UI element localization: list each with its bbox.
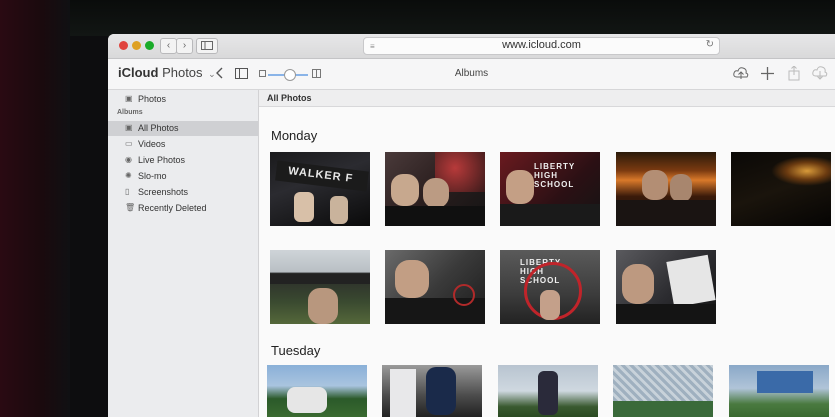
video-icon: ▭ — [125, 139, 133, 148]
photos-icon: ▣ — [125, 94, 133, 103]
download-icon[interactable] — [812, 66, 828, 80]
photo-thumbnail[interactable] — [382, 365, 482, 417]
sidebar: ▣ Photos Albums ▣ All Photos ▭ Videos ◉ … — [108, 90, 259, 417]
photo-thumbnail[interactable] — [616, 152, 716, 226]
sidebar-item-label: Slo-mo — [138, 171, 167, 181]
photo-thumbnail[interactable] — [270, 250, 370, 324]
all-photos-icon: ▣ — [125, 123, 133, 132]
address-bar[interactable]: ≡ www.icloud.com ↻ — [363, 37, 720, 55]
sidebar-item-videos[interactable]: ▭ Videos — [108, 137, 258, 152]
photo-thumbnail[interactable]: WALKER F — [270, 152, 370, 226]
photos-toolbar: iCloud Photos ⌄ Albums — [108, 59, 835, 90]
sidebar-item-photos[interactable]: ▣ Photos — [108, 92, 258, 107]
close-window-button[interactable] — [119, 41, 128, 50]
sidebar-section-header: Albums — [117, 109, 143, 116]
monitor-bezel-top — [0, 0, 835, 36]
photo-sign-text: LIBERTY HIGH SCHOOL — [534, 162, 576, 189]
trash-icon: 🗑 — [125, 203, 136, 212]
photo-thumbnail[interactable] — [385, 152, 485, 226]
content-header: All Photos — [259, 90, 835, 107]
browser-sidebar-icon — [201, 41, 213, 50]
section-title-monday: Monday — [271, 128, 318, 143]
sidebar-item-recently-deleted[interactable]: 🗑 Recently Deleted — [108, 201, 258, 216]
sidebar-item-live-photos[interactable]: ◉ Live Photos — [108, 153, 258, 168]
browser-forward-button[interactable]: › — [176, 38, 193, 54]
photo-thumbnail[interactable] — [731, 152, 831, 226]
sidebar-item-all-photos[interactable]: ▣ All Photos — [108, 121, 258, 136]
photo-grid: All Photos Monday WALKER F LIBERTY HIGH … — [259, 90, 835, 417]
section-title-tuesday: Tuesday — [271, 343, 321, 358]
browser-window: ‹ › ≡ www.icloud.com ↻ iCloud Photos ⌄ A… — [108, 34, 835, 417]
photo-thumbnail[interactable] — [267, 365, 367, 417]
toolbar-title: Albums — [454, 68, 489, 79]
photo-thumbnail[interactable] — [498, 365, 598, 417]
live-photo-icon: ◉ — [125, 155, 132, 164]
sidebar-item-label: Videos — [138, 139, 166, 149]
share-icon[interactable] — [788, 66, 800, 81]
sidebar-item-label: Live Photos — [138, 155, 186, 165]
photo-thumbnail[interactable]: LIBERTY HIGH SCHOOL — [500, 152, 600, 226]
back-arrow-icon: ‹ — [166, 40, 171, 51]
forward-arrow-icon: › — [182, 40, 187, 51]
sidebar-item-screenshots[interactable]: ▯ Screenshots — [108, 185, 258, 200]
browser-sidebar-button[interactable] — [196, 38, 218, 54]
browser-back-button[interactable]: ‹ — [160, 38, 177, 54]
reload-icon[interactable]: ↻ — [706, 39, 714, 50]
sidebar-item-label: Screenshots — [138, 187, 189, 197]
url-text: www.icloud.com — [502, 39, 581, 51]
add-icon[interactable] — [761, 67, 774, 80]
photo-thumbnail[interactable] — [613, 365, 713, 417]
screenshot-icon: ▯ — [125, 187, 130, 196]
photo-thumbnail[interactable] — [385, 250, 485, 324]
content-title: All Photos — [267, 93, 312, 103]
sidebar-item-slo-mo[interactable]: ✺ Slo-mo — [108, 169, 258, 184]
sidebar-item-label: All Photos — [138, 123, 179, 133]
photo-thumbnail[interactable]: LIBERTY HIGH SCHOOL — [500, 250, 600, 324]
sidebar-item-label: Photos — [138, 94, 167, 104]
maximize-window-button[interactable] — [145, 41, 154, 50]
photo-thumbnail[interactable] — [616, 250, 716, 324]
upload-icon[interactable] — [733, 66, 749, 80]
sidebar-item-label: Recently Deleted — [138, 203, 207, 213]
minimize-window-button[interactable] — [132, 41, 141, 50]
monitor-bezel-left — [0, 0, 70, 417]
photo-thumbnail[interactable] — [729, 365, 829, 417]
slo-mo-icon: ✺ — [125, 171, 132, 180]
browser-titlebar: ‹ › ≡ www.icloud.com ↻ — [108, 34, 835, 59]
